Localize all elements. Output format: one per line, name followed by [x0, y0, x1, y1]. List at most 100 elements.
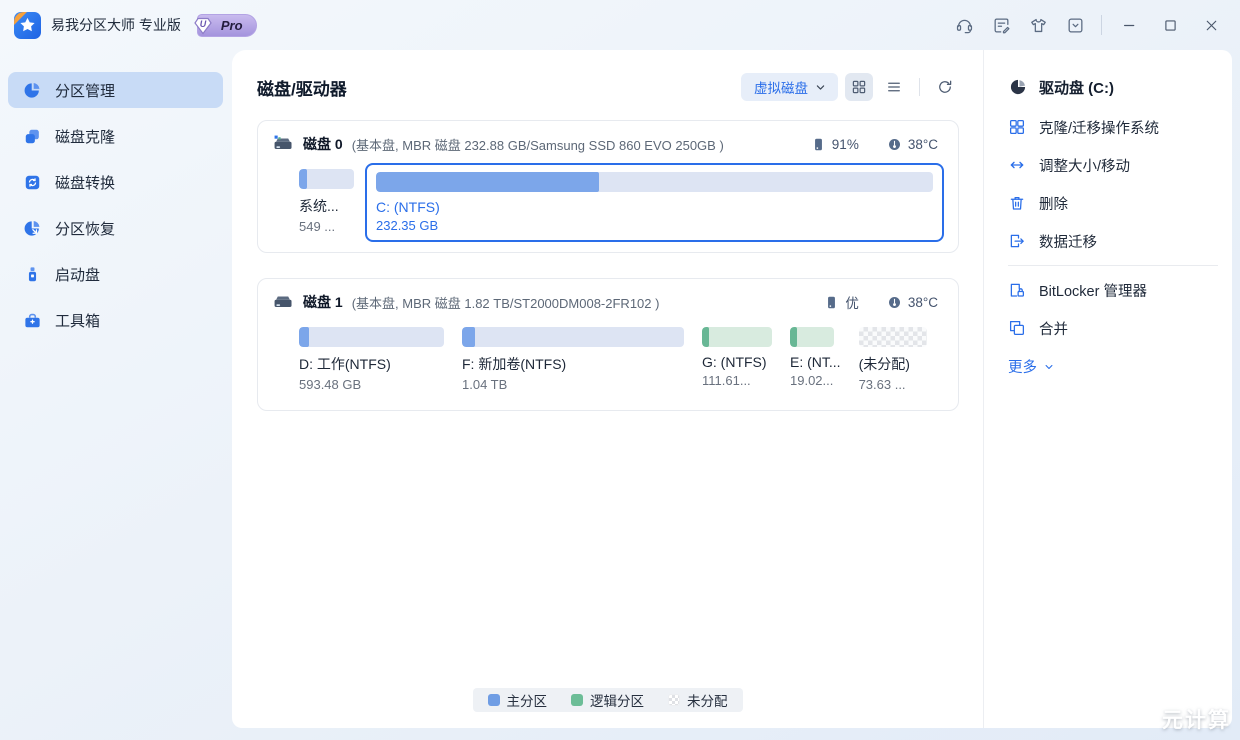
- titlebar-actions: [948, 10, 1228, 40]
- ssd-health-icon: [811, 137, 826, 152]
- pie-chart-icon: [23, 81, 42, 100]
- merge-icon: [1008, 319, 1026, 337]
- sidebar-item-label: 工具箱: [55, 312, 101, 330]
- support-button[interactable]: [948, 10, 980, 40]
- action-label: 合并: [1039, 321, 1068, 338]
- action-data-migrate[interactable]: 数据迁移: [1008, 222, 1218, 260]
- list-view-button[interactable]: [880, 73, 908, 101]
- disk-header: 磁盘 0 (基本盘, MBR 磁盘 232.88 GB/Samsung SSD 8…: [272, 133, 944, 155]
- minimize-button[interactable]: [1112, 10, 1146, 40]
- partitions-row: 系统... 549 ... C: (NTFS) 232.35 GB: [272, 163, 944, 242]
- tshirt-icon: [1029, 16, 1048, 35]
- selected-drive-title: 驱动盘 (C:): [1008, 74, 1218, 100]
- partition-used-fill: [702, 327, 709, 347]
- theme-button[interactable]: [1022, 10, 1054, 40]
- disk-card: 磁盘 1 (基本盘, MBR 磁盘 1.82 TB/ST2000DM008-2FR…: [257, 278, 959, 411]
- disk-info: (基本盘, MBR 磁盘 1.82 TB/ST2000DM008-2FR102 …: [351, 295, 660, 311]
- action-clone-migrate-os[interactable]: 克隆/迁移操作系统: [1008, 108, 1218, 146]
- partition-used-fill: [790, 327, 797, 347]
- disk-temperature: 38°C: [887, 137, 938, 152]
- action-resize-move[interactable]: 调整大小/移动: [1008, 146, 1218, 184]
- titlebar-separator: [1101, 15, 1102, 35]
- sidebar-item-partition-recovery[interactable]: 分区恢复: [8, 210, 223, 246]
- partition-used-fill: [299, 169, 308, 189]
- close-button[interactable]: [1194, 10, 1228, 40]
- clone-os-icon: [1008, 118, 1026, 136]
- partition-bar: [702, 327, 772, 347]
- action-label: BitLocker 管理器: [1039, 283, 1147, 300]
- toolbox-icon: [23, 311, 42, 330]
- partition-label: E: (NT...: [790, 354, 841, 370]
- partition-used-fill: [462, 327, 476, 347]
- action-delete[interactable]: 删除: [1008, 184, 1218, 222]
- partition-e[interactable]: E: (NT... 19.02...: [783, 321, 848, 396]
- app-logo-icon: [14, 11, 41, 39]
- action-label: 数据迁移: [1039, 234, 1097, 251]
- sidebar-item-toolbox[interactable]: 工具箱: [8, 302, 223, 338]
- minimize-icon: [1121, 17, 1138, 34]
- partition-label: G: (NTFS): [702, 354, 767, 370]
- partition-label: F: 新加卷(NTFS): [462, 356, 567, 372]
- more-button[interactable]: 更多: [1008, 356, 1218, 377]
- partition-g[interactable]: G: (NTFS) 111.61...: [695, 321, 779, 396]
- grid-view-button[interactable]: [845, 73, 873, 101]
- partition-bar: [462, 327, 684, 347]
- disk-name: 磁盘 0: [303, 136, 343, 152]
- legend-item-primary: 主分区: [487, 690, 548, 710]
- sidebar-item-disk-convert[interactable]: 磁盘转换: [8, 164, 223, 200]
- disk-stats: 91% 38°C: [811, 137, 944, 152]
- data-migrate-icon: [1008, 232, 1026, 250]
- pro-badge: U Pro: [194, 13, 257, 37]
- partition-bar: [299, 327, 444, 347]
- sidebar-item-label: 启动盘: [55, 266, 101, 284]
- partition-system[interactable]: 系统... 549 ...: [292, 163, 361, 242]
- thermometer-icon: [887, 295, 902, 310]
- partition-recovery-icon: [23, 219, 42, 238]
- partition-unallocated[interactable]: (未分配) 73.63 ...: [852, 321, 934, 400]
- action-merge[interactable]: 合并: [1008, 309, 1218, 347]
- disk-header: 磁盘 1 (基本盘, MBR 磁盘 1.82 TB/ST2000DM008-2FR…: [272, 291, 944, 313]
- boot-usb-icon: [23, 265, 42, 284]
- legend-label: 主分区: [506, 694, 548, 709]
- disk-convert-icon: [23, 173, 42, 192]
- disk-health-value: 优: [845, 296, 859, 311]
- refresh-button[interactable]: [931, 73, 959, 101]
- sidebar: 分区管理磁盘克隆磁盘转换分区恢复启动盘工具箱: [0, 50, 232, 728]
- action-label: 调整大小/移动: [1039, 158, 1131, 175]
- disk-info: (基本盘, MBR 磁盘 232.88 GB/Samsung SSD 860 E…: [351, 137, 724, 153]
- partition-d[interactable]: D: 工作(NTFS) 593.48 GB: [292, 321, 451, 400]
- legend-label: 逻辑分区: [590, 694, 644, 709]
- action-bitlocker-manager[interactable]: BitLocker 管理器: [1008, 271, 1218, 309]
- pro-gem-icon: U: [191, 14, 215, 38]
- action-label: 克隆/迁移操作系统: [1039, 120, 1160, 137]
- sidebar-item-disk-clone[interactable]: 磁盘克隆: [8, 118, 223, 154]
- partition-f[interactable]: F: 新加卷(NTFS) 1.04 TB: [455, 321, 691, 400]
- virtual-disk-dropdown[interactable]: 虚拟磁盘: [741, 73, 838, 101]
- action-label: 删除: [1039, 196, 1068, 213]
- action-divider: [1008, 265, 1218, 266]
- partition-label: C: (NTFS): [376, 199, 440, 215]
- partition-c[interactable]: C: (NTFS) 232.35 GB: [365, 163, 944, 242]
- partition-bar: [299, 169, 354, 189]
- sidebar-item-boot-disk[interactable]: 启动盘: [8, 256, 223, 292]
- legend-label: 未分配: [687, 694, 728, 709]
- legend: 主分区 逻辑分区 未分配: [472, 688, 743, 712]
- partition-used-fill: [376, 172, 599, 192]
- refresh-icon: [936, 78, 954, 96]
- disk-list: 磁盘 0 (基本盘, MBR 磁盘 232.88 GB/Samsung SSD 8…: [257, 120, 959, 411]
- partition-size: 232.35 GB: [376, 218, 439, 233]
- bitlocker-icon: [1008, 281, 1026, 299]
- partition-size: 111.61...: [702, 373, 751, 388]
- maximize-button[interactable]: [1153, 10, 1187, 40]
- selected-drive-label: 驱动盘 (C:): [1039, 79, 1114, 97]
- sidebar-item-label: 磁盘克隆: [55, 128, 116, 146]
- version-button[interactable]: [1059, 10, 1091, 40]
- feedback-icon: [992, 16, 1011, 35]
- main-header: 磁盘/驱动器 虚拟磁盘: [257, 72, 959, 102]
- app-title: 易我分区大师 专业版: [51, 17, 181, 33]
- list-view-icon: [885, 78, 903, 96]
- more-label: 更多: [1008, 360, 1037, 376]
- sidebar-item-partition-manager[interactable]: 分区管理: [8, 72, 223, 108]
- disk-card: 磁盘 0 (基本盘, MBR 磁盘 232.88 GB/Samsung SSD 8…: [257, 120, 959, 253]
- feedback-button[interactable]: [985, 10, 1017, 40]
